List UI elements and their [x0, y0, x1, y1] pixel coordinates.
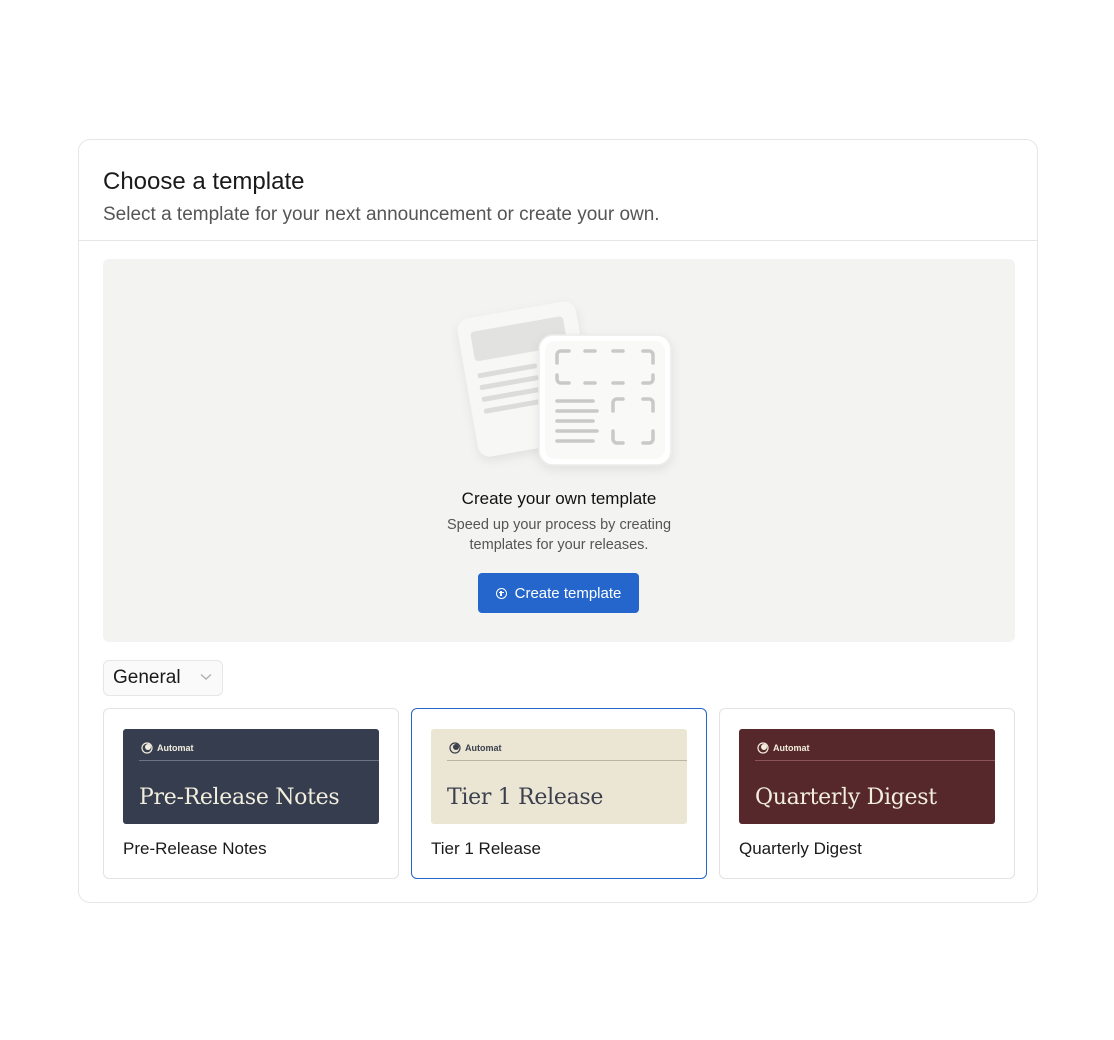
template-thumbnail: Automat Tier 1 Release	[431, 729, 687, 824]
create-template-section: Create your own template Speed up your p…	[103, 259, 1015, 642]
create-template-title: Create your own template	[461, 489, 657, 508]
brand-name: Automat	[157, 743, 194, 753]
brand-name: Automat	[465, 743, 502, 753]
template-card-label: Quarterly Digest	[739, 839, 862, 858]
brand-logo-icon	[449, 742, 461, 754]
create-template-button[interactable]: Create template	[478, 573, 639, 613]
page-subtitle: Select a template for your next announce…	[103, 204, 660, 225]
template-card[interactable]: Automat Pre-Release Notes Pre-Release Note…	[103, 708, 399, 879]
create-template-button-label: Create template	[514, 584, 622, 602]
thumbnail-title: Pre-Release Notes	[139, 785, 340, 810]
template-card[interactable]: Automat Tier 1 Release Tier 1 Release	[411, 708, 707, 879]
thumbnail-divider	[447, 760, 687, 761]
thumbnail-divider	[755, 760, 995, 761]
template-illustration-icon	[457, 301, 672, 466]
brand-logo: Automat	[449, 742, 502, 754]
plus-circle-icon	[495, 587, 507, 599]
brand-logo-icon	[757, 742, 769, 754]
category-select[interactable]: General	[103, 660, 223, 696]
template-card-label: Pre-Release Notes	[123, 839, 267, 858]
category-select-value: General	[113, 667, 181, 688]
brand-name: Automat	[773, 743, 810, 753]
template-thumbnail: Automat Quarterly Digest	[739, 729, 995, 824]
template-thumbnail: Automat Pre-Release Notes	[123, 729, 379, 824]
template-card[interactable]: Automat Quarterly Digest Quarterly Digest	[719, 708, 1015, 879]
template-chooser-panel: Choose a template Select a template for …	[78, 139, 1038, 903]
create-template-description: Speed up your process by creating templa…	[446, 517, 672, 553]
template-card-list: Automat Pre-Release Notes Pre-Release Note…	[103, 708, 1015, 880]
brand-logo-icon	[141, 742, 153, 754]
brand-logo: Automat	[141, 742, 194, 754]
thumbnail-title: Quarterly Digest	[755, 785, 937, 810]
brand-logo: Automat	[757, 742, 810, 754]
page-title: Choose a template	[103, 168, 305, 195]
panel-header: Choose a template Select a template for …	[79, 140, 1037, 241]
thumbnail-divider	[139, 760, 379, 761]
template-card-label: Tier 1 Release	[431, 839, 541, 858]
chevron-down-icon	[200, 673, 212, 680]
thumbnail-title: Tier 1 Release	[447, 785, 604, 810]
